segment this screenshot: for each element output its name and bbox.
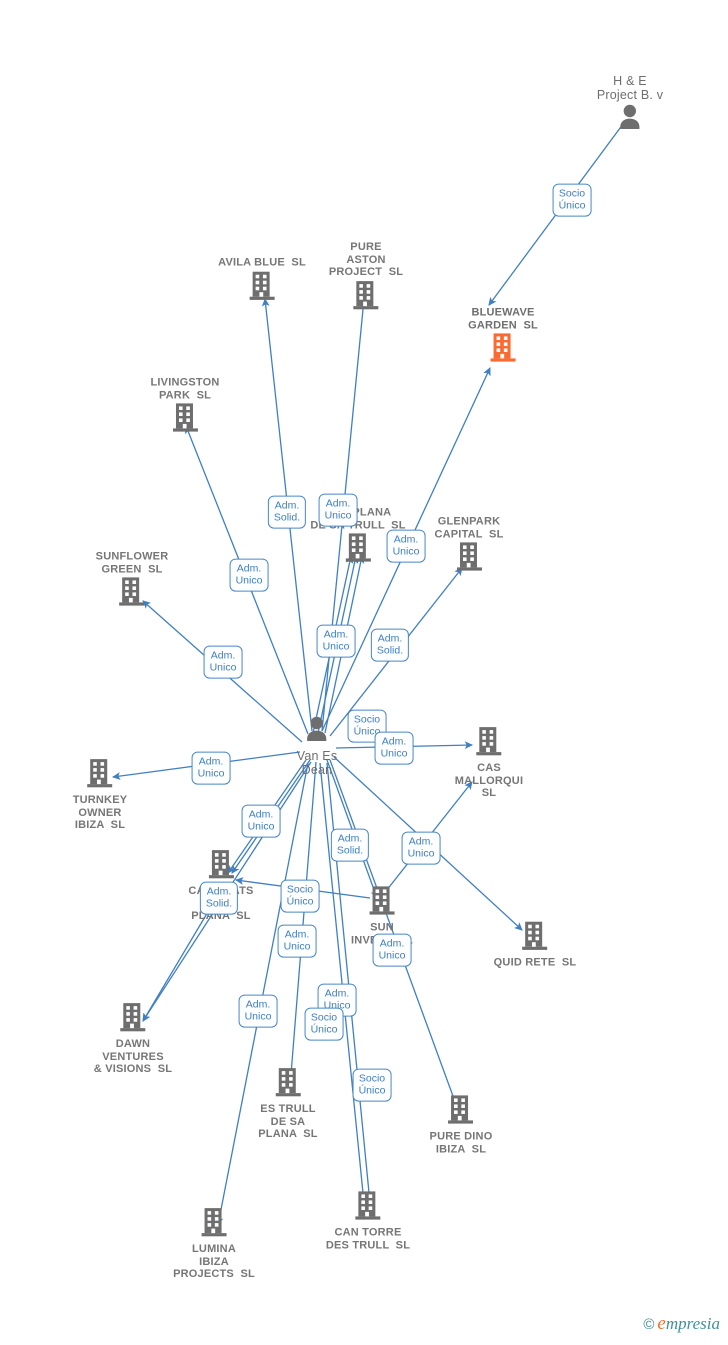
node-vanes[interactable]: Van Es Dean [297,715,338,777]
node-estrull[interactable]: ES TRULL DE SA PLANA SL [258,1067,318,1141]
brand-name: mpresia [665,1314,720,1333]
building-icon [448,1094,474,1129]
node-glenpark[interactable]: GLENPARK CAPITAL SL [434,515,503,576]
building-icon [456,542,482,577]
node-puredino[interactable]: PURE DINO IBIZA SL [430,1094,493,1155]
node-quidrete[interactable]: QUID RETE SL [494,921,577,970]
node-cantorre[interactable]: CAN TORRE DES TRULL SL [326,1190,410,1251]
relationship-badge[interactable]: Adm. Unico [277,924,317,958]
node-label: PURE DINO IBIZA SL [429,1130,493,1155]
person-icon [304,715,330,748]
node-label: LIVINGSTON PARK SL [150,376,220,401]
node-pureaston[interactable]: PURE ASTON PROJECT SL [329,241,403,315]
building-icon [119,577,145,612]
building-icon [345,533,371,568]
node-label: CAN TORRE DES TRULL SL [325,1226,411,1251]
relationship-badge[interactable]: Adm. Solid. [370,628,410,662]
relationship-badge[interactable]: Adm. Solid. [330,828,370,862]
node-label: AVILA BLUE SL [218,256,306,269]
copyright-icon: © [643,1315,655,1333]
relationship-badge[interactable]: Socio Único [280,879,320,913]
node-avila[interactable]: AVILA BLUE SL [218,257,306,306]
node-label: CAS MALLORQUI SL [454,762,524,800]
node-label: H & E Project B. v [596,74,664,102]
node-bluewave[interactable]: BLUEWAVE GARDEN SL [468,306,538,367]
relationship-badge[interactable]: Socio Único [352,1068,392,1102]
node-dawn[interactable]: DAWN VENTURES & VISIONS SL [94,1002,172,1076]
relationship-badge[interactable]: Adm. Unico [241,804,281,838]
node-label: Van Es Dean [296,749,338,777]
edge-layer [111,119,627,1227]
node-label: BLUEWAVE GARDEN SL [468,306,538,331]
node-he[interactable]: H & E Project B. v [597,74,663,136]
node-label: DAWN VENTURES & VISIONS SL [93,1038,173,1076]
node-label: PURE ASTON PROJECT SL [328,241,404,279]
relationship-badge[interactable]: Adm. Unico [229,558,269,592]
relationship-badge[interactable]: Adm. Unico [238,994,278,1028]
building-icon [490,333,516,368]
building-icon [476,726,502,761]
building-icon [87,758,113,793]
relationship-badge[interactable]: Socio Único [304,1007,344,1041]
node-label: TURNKEY OWNER IBIZA SL [72,794,128,832]
building-icon [369,885,395,920]
node-livingston[interactable]: LIVINGSTON PARK SL [150,376,219,437]
relationship-badge[interactable]: Adm. Unico [401,831,441,865]
relationship-badge[interactable]: Adm. Unico [386,529,426,563]
building-icon [355,1190,381,1225]
building-icon [275,1067,301,1102]
building-icon [249,270,275,305]
node-casmall[interactable]: CAS MALLORQUI SL [455,726,523,800]
relationship-badge[interactable]: Adm. Unico [374,731,414,765]
node-sunflower[interactable]: SUNFLOWER GREEN SL [96,550,169,611]
relationship-badge[interactable]: Adm. Solid. [199,881,239,915]
relationship-badge[interactable]: Socio Único [552,183,592,217]
building-icon [172,403,198,438]
node-label: SUNFLOWER GREEN SL [95,550,169,575]
building-icon [353,280,379,315]
relationship-badge[interactable]: Adm. Solid. [267,495,307,529]
watermark: © e mpresia [643,1313,720,1335]
building-icon [208,849,234,884]
relationship-badge[interactable]: Adm. Unico [372,933,412,967]
building-icon [120,1002,146,1037]
building-icon [522,921,548,956]
node-label: LUMINA IBIZA PROJECTS SL [173,1243,255,1281]
brand-initial: e [657,1313,666,1334]
relationship-badge[interactable]: Adm. Unico [318,493,358,527]
node-label: GLENPARK CAPITAL SL [434,515,504,540]
building-icon [201,1207,227,1242]
person-icon [617,103,643,136]
relationship-badge[interactable]: Adm. Unico [203,645,243,679]
node-label: QUID RETE SL [493,956,577,969]
node-turnkey[interactable]: TURNKEY OWNER IBIZA SL [73,758,128,832]
node-label: ES TRULL DE SA PLANA SL [258,1103,318,1141]
node-lumina[interactable]: LUMINA IBIZA PROJECTS SL [173,1207,255,1281]
relationship-badge[interactable]: Adm. Unico [316,624,356,658]
network-diagram-canvas: H & E Project B. v BLUEWAVE GARDEN SL PURE… [0,0,728,1345]
relationship-badge[interactable]: Adm. Unico [191,751,231,785]
